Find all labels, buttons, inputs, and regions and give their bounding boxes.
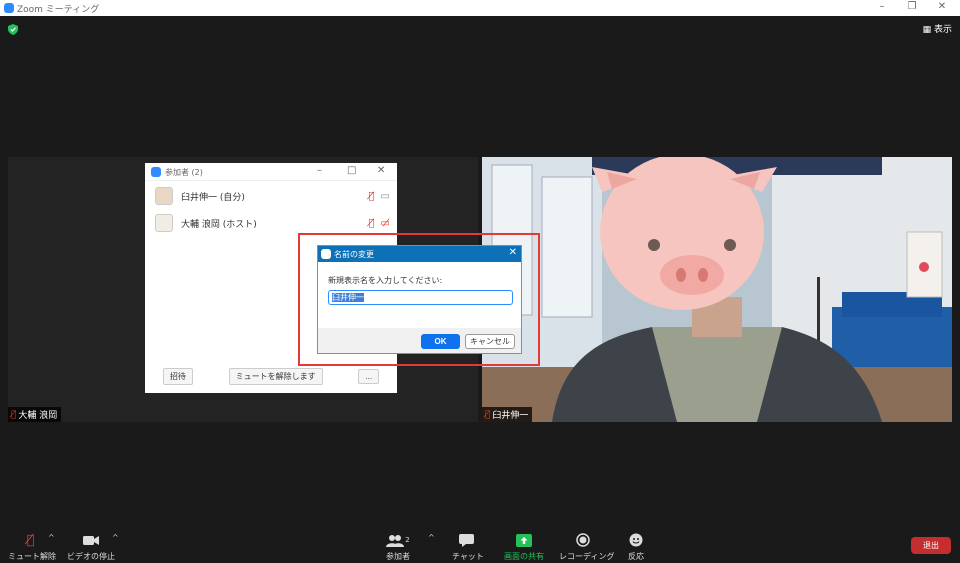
muted-mic-icon: 🎙̸: [11, 409, 17, 420]
participant-row[interactable]: 臼井伸一 (自分) 🎙̸ ▭: [155, 185, 390, 207]
unmute-all-button[interactable]: ミュートを解除します: [228, 368, 323, 385]
more-options-button[interactable]: ...: [358, 369, 380, 384]
rename-dialog-header: 名前の変更 ✕: [318, 246, 521, 262]
video-options-caret[interactable]: ^: [112, 533, 119, 542]
chat-button[interactable]: チャット: [452, 532, 484, 562]
participants-panel-header: 参加者 (2) – □ ✕: [145, 163, 397, 181]
video-camera-icon[interactable]: ▭: [381, 191, 390, 202]
participant-row[interactable]: 大輔 浪岡 (ホスト) 🎙̸ ▭̸: [155, 212, 390, 234]
cancel-button[interactable]: キャンセル: [465, 334, 515, 349]
rename-dialog-body: 新規表示名を入力してください: 臼井伸一: [318, 262, 521, 328]
meeting-toolbar: 🎙̸ ミュート解除 ^ ビデオの停止 ^ 2 参加者 ^ チャット 画面の共有 …: [0, 526, 960, 563]
muted-mic-icon[interactable]: 🎙̸: [369, 191, 375, 202]
rename-prompt: 新規表示名を入力してください:: [328, 276, 443, 285]
participants-panel-footer: 招待 ミュートを解除します ...: [145, 368, 397, 385]
record-icon: [576, 533, 590, 547]
participants-button[interactable]: 2 参加者: [382, 532, 414, 562]
smiley-icon: [629, 533, 643, 547]
participants-options-caret[interactable]: ^: [428, 533, 435, 542]
muted-mic-icon: 🎙̸: [26, 532, 35, 548]
muted-mic-icon: 🎙̸: [485, 409, 491, 420]
stop-video-button[interactable]: ビデオの停止: [66, 532, 116, 562]
unmute-button[interactable]: 🎙̸ ミュート解除: [8, 532, 56, 562]
video-camera-icon: [83, 535, 99, 545]
avatar: [155, 214, 173, 232]
close-icon[interactable]: ✕: [935, 1, 949, 12]
rename-dialog: 名前の変更 ✕ 新規表示名を入力してください: 臼井伸一 OK キャンセル: [317, 245, 522, 354]
maximize-icon[interactable]: □: [347, 165, 356, 176]
zoom-logo-icon: [151, 167, 161, 177]
restore-icon[interactable]: ❐: [905, 1, 919, 12]
leave-meeting-button[interactable]: 退出: [911, 537, 951, 554]
muted-mic-icon[interactable]: 🎙̸: [369, 218, 375, 229]
zoom-logo-icon: [321, 249, 331, 259]
zoom-logo-icon: [4, 3, 14, 13]
grid-icon: ▦: [922, 25, 932, 35]
close-icon[interactable]: ✕: [509, 247, 517, 258]
participant-name-tag: 🎙̸ 臼井伸一: [482, 407, 533, 422]
ok-button[interactable]: OK: [421, 334, 460, 349]
close-icon[interactable]: ✕: [377, 165, 385, 176]
title-bar: Zoom ミーティング – ❐ ✕: [0, 0, 960, 16]
participant-name: 臼井伸一 (自分): [181, 192, 245, 203]
minimize-icon[interactable]: –: [875, 1, 889, 12]
chat-icon: [458, 533, 474, 547]
minimize-icon[interactable]: –: [317, 165, 322, 176]
avatar: [155, 187, 173, 205]
window-title: Zoom ミーティング: [17, 5, 100, 15]
video-off-icon[interactable]: ▭̸: [381, 218, 390, 229]
video-feed-image: [482, 157, 952, 422]
participant-name-tag: 🎙̸ 大輔 浪岡: [8, 407, 62, 422]
invite-button[interactable]: 招待: [162, 368, 193, 385]
security-shield-icon[interactable]: [8, 24, 18, 35]
reactions-button[interactable]: 反応: [624, 532, 648, 562]
video-tile-right[interactable]: 🎙̸ 臼井伸一: [482, 157, 952, 422]
audio-options-caret[interactable]: ^: [48, 533, 55, 542]
share-screen-button[interactable]: 画面の共有: [502, 532, 546, 562]
share-screen-icon: [516, 533, 532, 547]
participants-panel-title: 参加者 (2): [165, 168, 203, 177]
participants-icon: [386, 534, 405, 547]
record-button[interactable]: レコーディング: [559, 532, 614, 562]
participant-name: 大輔 浪岡 (ホスト): [181, 219, 257, 230]
rename-dialog-title: 名前の変更: [334, 250, 374, 259]
view-button[interactable]: ▦ 表示: [923, 22, 952, 35]
participants-count: 2: [405, 536, 410, 544]
display-name-input[interactable]: 臼井伸一: [328, 290, 513, 305]
